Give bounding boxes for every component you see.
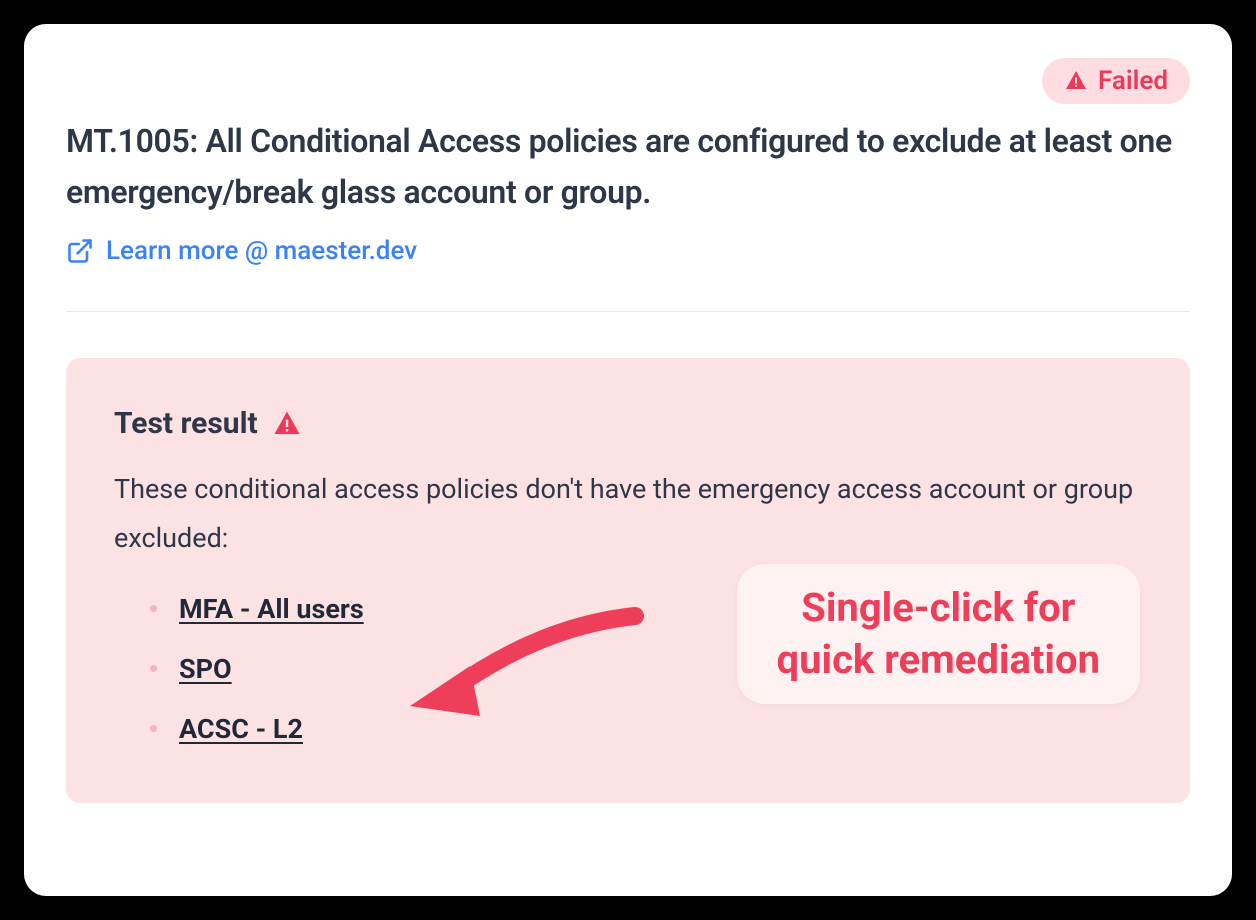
list-item: ACSC - L2 bbox=[150, 713, 1142, 745]
badge-row: Failed bbox=[66, 58, 1190, 104]
test-result-description: These conditional access policies don't … bbox=[114, 465, 1142, 562]
test-card: Failed MT.1005: All Conditional Access p… bbox=[24, 24, 1232, 896]
annotation-line2: quick remediation bbox=[777, 634, 1100, 686]
annotation-line1: Single-click for bbox=[777, 582, 1100, 634]
status-badge-label: Failed bbox=[1098, 66, 1168, 96]
test-result-heading: Test result bbox=[114, 406, 1142, 441]
policy-link-spo[interactable]: SPO bbox=[179, 653, 232, 685]
warning-icon bbox=[1064, 69, 1088, 93]
bullet-icon bbox=[150, 665, 157, 672]
annotation-callout: Single-click for quick remediation bbox=[737, 564, 1140, 704]
warning-icon bbox=[272, 409, 302, 439]
test-title: MT.1005: All Conditional Access policies… bbox=[66, 116, 1190, 218]
policy-link-mfa-all-users[interactable]: MFA - All users bbox=[179, 593, 364, 625]
bullet-icon bbox=[150, 605, 157, 612]
test-result-panel: Test result These conditional access pol… bbox=[66, 358, 1190, 802]
learn-more-label: Learn more @ maester.dev bbox=[106, 236, 417, 266]
status-badge: Failed bbox=[1042, 58, 1190, 104]
bullet-icon bbox=[150, 725, 157, 732]
external-link-icon bbox=[66, 237, 94, 265]
test-result-heading-label: Test result bbox=[114, 406, 258, 441]
learn-more-link[interactable]: Learn more @ maester.dev bbox=[66, 236, 417, 266]
divider bbox=[66, 311, 1190, 312]
policy-link-acsc-l2[interactable]: ACSC - L2 bbox=[179, 713, 303, 745]
